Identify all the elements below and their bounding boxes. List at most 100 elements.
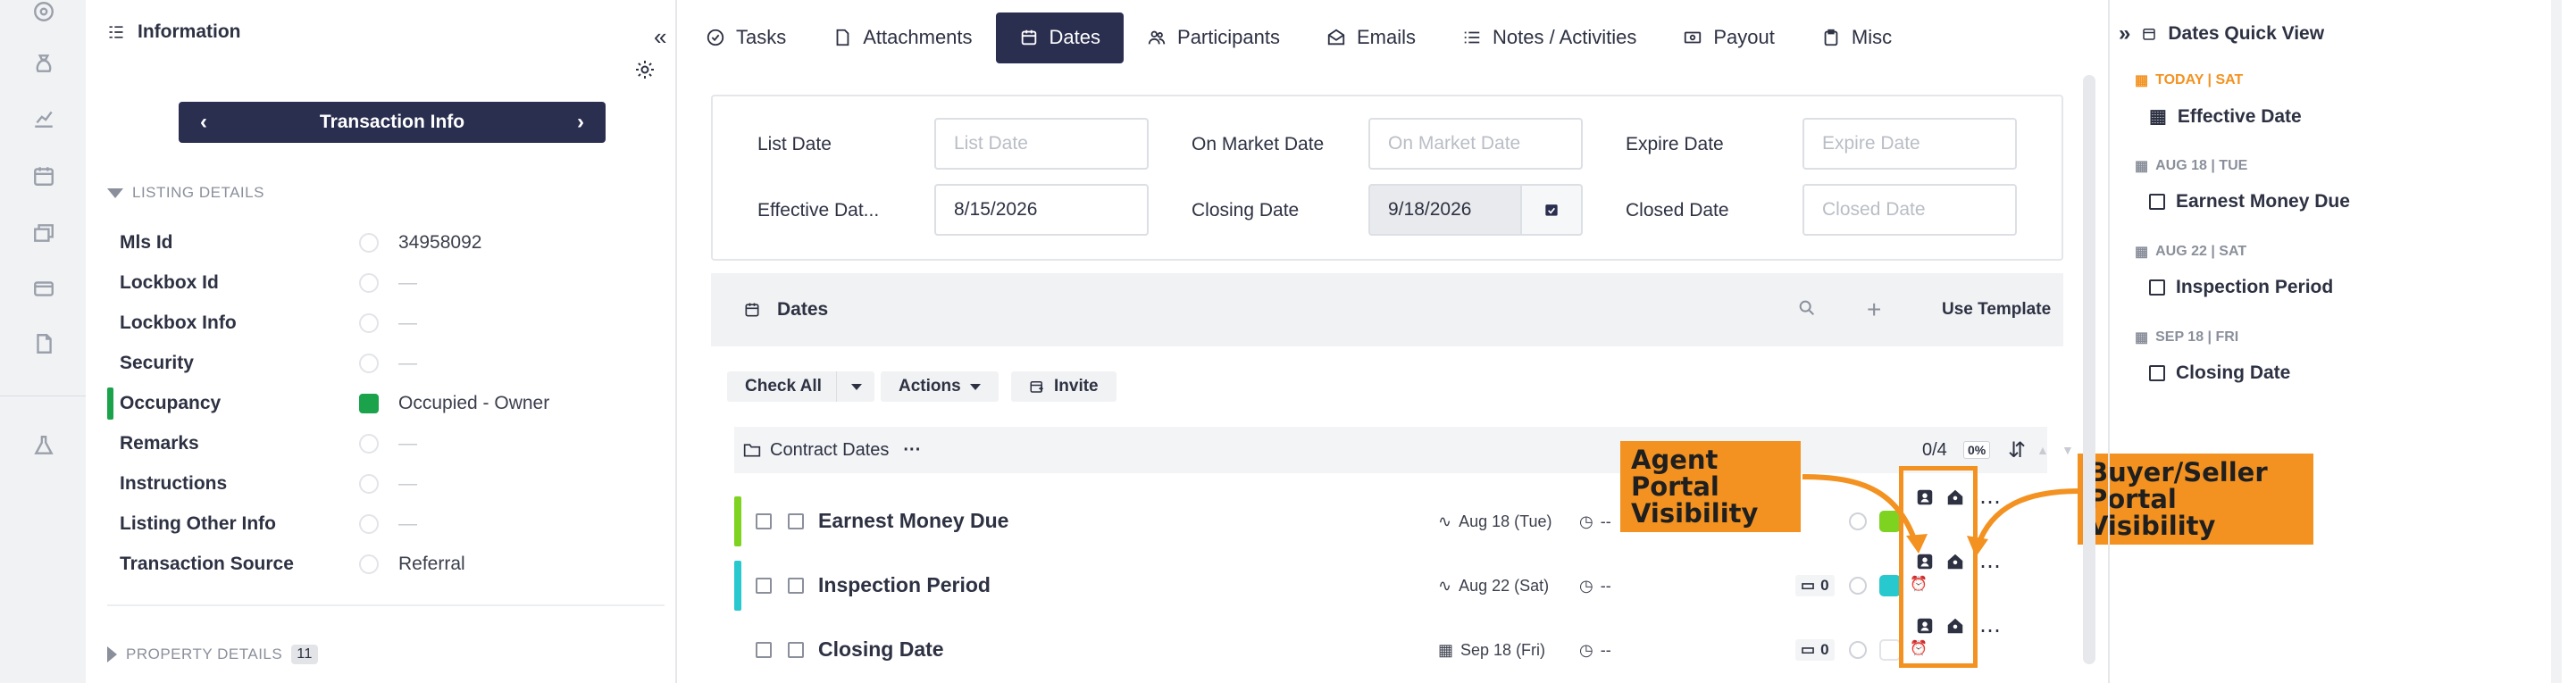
check-all-label: Check All [745, 377, 822, 396]
task-time[interactable]: ◷ -- [1579, 512, 1611, 531]
gear-icon[interactable] [634, 59, 656, 80]
task-row[interactable]: Inspection Period ∿ Aug 22 (Sat) ◷ -- ▭ 0 ⏰ [734, 554, 2047, 618]
comments-badge[interactable]: ▭ 0 [1795, 575, 1835, 596]
task-row[interactable]: Closing Date ▦ Sep 18 (Fri) ◷ -- ▭ 0 ⏰ [734, 618, 2047, 682]
closed-date-input[interactable]: Closed Date [1802, 184, 2017, 236]
status-color-swatch[interactable] [1879, 639, 1901, 661]
quick-view-item[interactable]: Closing Date [2149, 362, 2290, 384]
calendar-picker-button[interactable] [1520, 184, 1583, 236]
status-color-swatch[interactable] [1879, 575, 1901, 596]
transactions-icon[interactable] [32, 221, 55, 245]
field-checkbox[interactable] [359, 313, 379, 333]
field-checkbox[interactable] [359, 474, 379, 494]
move-down-icon[interactable]: ▼ [2062, 443, 2074, 457]
task-due-date[interactable]: ∿ Aug 18 (Tue) [1438, 512, 1551, 531]
check-all-button[interactable]: Check All [727, 371, 874, 402]
card-icon[interactable] [32, 277, 55, 300]
field-checkbox[interactable] [359, 354, 379, 373]
field-checkbox[interactable] [359, 434, 379, 454]
tab-participants[interactable]: Participants [1124, 12, 1303, 63]
quick-view-item[interactable]: Inspection Period [2149, 277, 2333, 298]
money-bag-icon[interactable] [32, 52, 55, 75]
field-value[interactable]: — [398, 473, 417, 495]
on-market-date-input[interactable]: On Market Date [1368, 118, 1583, 170]
closing-date-input[interactable]: 9/18/2026 [1368, 184, 1520, 236]
buyer-seller-portal-visibility-icon[interactable] [1945, 616, 1965, 640]
field-checkbox[interactable] [359, 554, 379, 574]
list-date-input[interactable]: List Date [934, 118, 1149, 170]
tab-emails[interactable]: Emails [1303, 12, 1439, 63]
tab-attachments[interactable]: Attachments [809, 12, 995, 63]
collapse-double-chevron-icon[interactable]: « [654, 23, 666, 51]
comments-badge[interactable]: ▭ 0 [1795, 639, 1835, 661]
analytics-icon[interactable] [32, 107, 55, 130]
field-value[interactable]: 34958092 [398, 232, 481, 254]
task-complete-checkbox[interactable] [788, 578, 804, 594]
field-checkbox[interactable] [359, 394, 379, 413]
field-value[interactable]: — [398, 272, 417, 294]
search-icon[interactable] [1797, 298, 1817, 322]
sort-icon[interactable]: ⇵ [2008, 437, 2026, 463]
lab-flask-icon[interactable] [32, 434, 55, 457]
tab-misc[interactable]: Misc [1798, 12, 1915, 63]
row-select-checkbox[interactable] [756, 642, 772, 658]
field-checkbox[interactable] [359, 273, 379, 293]
next-chevron-icon[interactable]: › [577, 110, 584, 135]
expand-double-chevron-icon[interactable]: » [2119, 21, 2130, 46]
tab-dates[interactable]: Dates [995, 12, 1125, 63]
prev-chevron-icon[interactable]: ‹ [200, 110, 207, 135]
field-value[interactable]: — [398, 513, 417, 535]
actions-dropdown[interactable]: Actions [881, 371, 999, 402]
field-value[interactable]: — [398, 312, 417, 334]
field-value[interactable]: — [398, 353, 417, 374]
task-name[interactable]: Closing Date [818, 637, 944, 662]
task-due-date[interactable]: ▦ Sep 18 (Fri) [1438, 641, 1545, 660]
task-time[interactable]: ◷ -- [1579, 641, 1611, 660]
page-scrollbar[interactable] [2551, 0, 2562, 683]
add-date-button[interactable]: + [1867, 296, 1881, 324]
caret-down-icon[interactable] [850, 383, 862, 390]
icon-rail [0, 0, 86, 683]
calendar-icon[interactable] [32, 164, 55, 187]
listing-details-toggle[interactable]: LISTING DETAILS [107, 184, 264, 202]
row-select-checkbox[interactable] [756, 578, 772, 594]
tab-tasks[interactable]: Tasks [682, 12, 809, 63]
task-complete-checkbox[interactable] [788, 642, 804, 658]
dashboard-icon[interactable] [32, 0, 55, 23]
main-scrollbar[interactable] [2083, 75, 2095, 664]
agent-portal-visibility-icon[interactable] [1915, 616, 1935, 640]
field-value[interactable]: — [398, 433, 417, 454]
group-name[interactable]: Contract Dates ··· [743, 440, 921, 461]
caret-right-icon [107, 646, 117, 662]
property-details-toggle[interactable]: PROPERTY DETAILS 11 [107, 645, 318, 664]
field-value[interactable]: Occupied - Owner [398, 393, 549, 414]
task-name[interactable]: Inspection Period [818, 573, 991, 597]
task-due-date[interactable]: ∿ Aug 22 (Sat) [1438, 577, 1549, 596]
status-radio[interactable] [1849, 641, 1867, 659]
move-up-icon[interactable]: ▲ [2037, 443, 2049, 457]
information-header: Information [107, 21, 241, 43]
group-more-button[interactable]: ··· [903, 440, 921, 461]
row-more-icon[interactable]: ⋯ [1979, 618, 2001, 644]
effective-date-input[interactable]: 8/15/2026 [934, 184, 1149, 236]
document-icon[interactable] [32, 332, 55, 355]
calendar-small-icon: ▦ [2135, 245, 2149, 260]
field-checkbox[interactable] [359, 514, 379, 534]
comment-icon: ▭ [1801, 641, 1816, 658]
task-complete-checkbox[interactable] [788, 513, 804, 529]
row-select-checkbox[interactable] [756, 513, 772, 529]
quick-view-item[interactable]: Earnest Money Due [2149, 191, 2350, 212]
tab-label: Tasks [736, 26, 787, 48]
task-time[interactable]: ◷ -- [1579, 577, 1611, 596]
tab-notes-activities[interactable]: Notes / Activities [1439, 12, 1660, 63]
field-value[interactable]: Referral [398, 554, 465, 575]
folder-icon [743, 444, 761, 457]
field-checkbox[interactable] [359, 233, 379, 253]
status-radio[interactable] [1849, 577, 1867, 595]
use-template-button[interactable]: Use Template [1942, 300, 2051, 320]
invite-button[interactable]: Invite [1011, 371, 1117, 402]
expire-date-input[interactable]: Expire Date [1802, 118, 2017, 170]
task-name[interactable]: Earnest Money Due [818, 509, 1008, 533]
quick-view-item[interactable]: ▦ Effective Date [2149, 105, 2302, 128]
tab-payout[interactable]: Payout [1660, 12, 1798, 63]
